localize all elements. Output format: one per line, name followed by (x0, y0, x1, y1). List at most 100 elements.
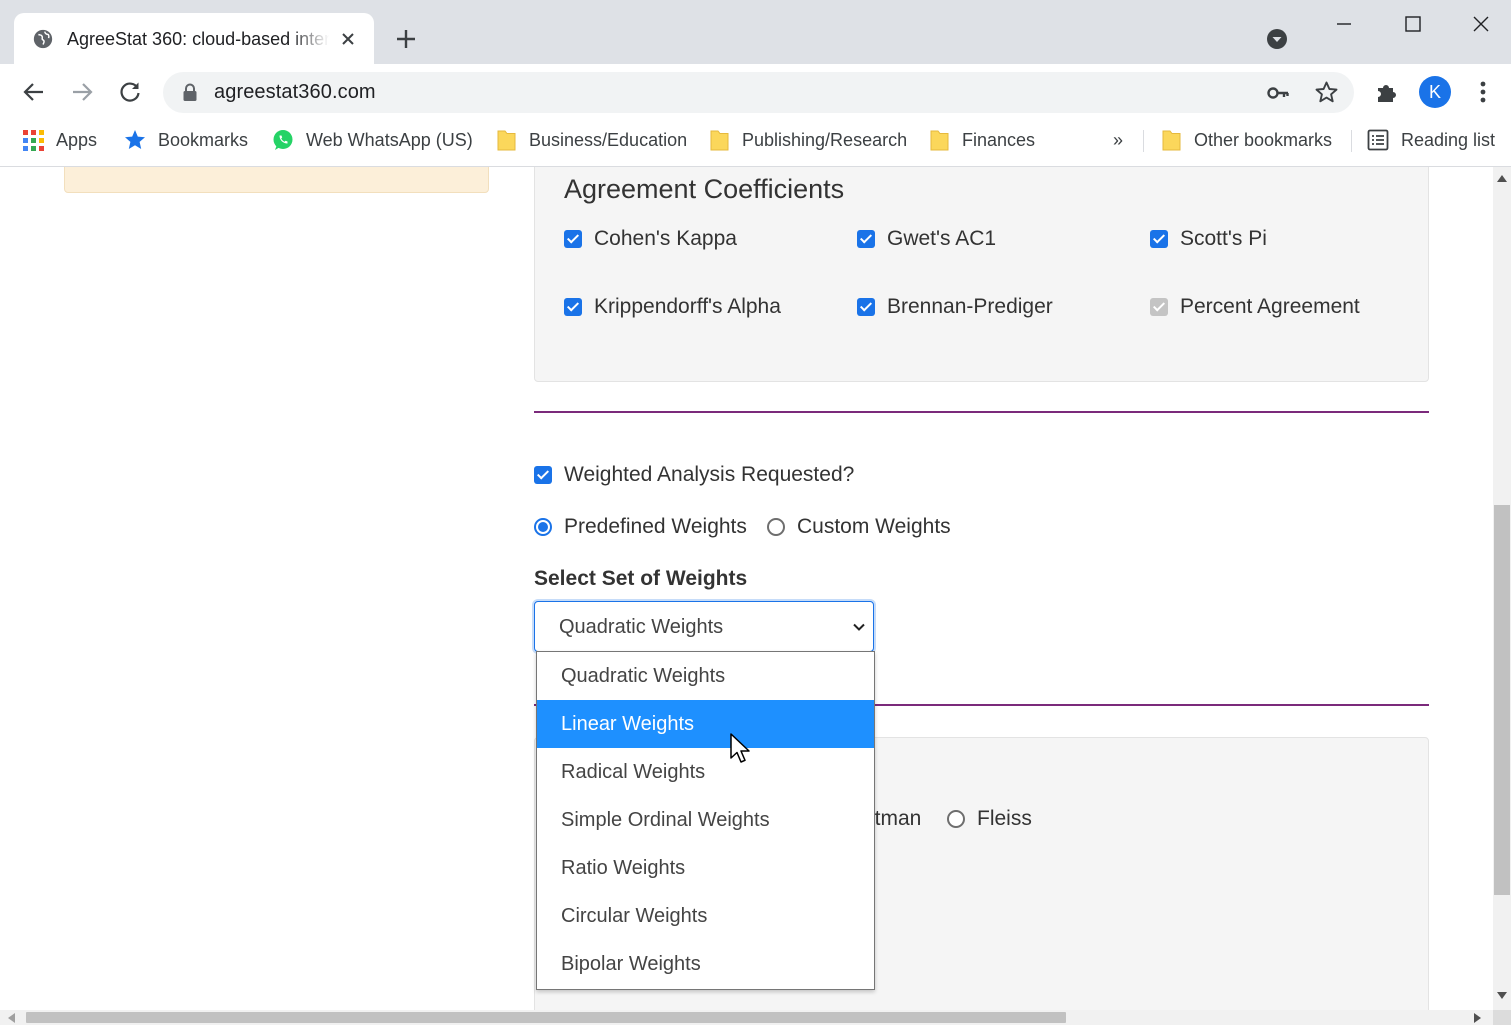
horizontal-scrollbar[interactable] (0, 1010, 1493, 1025)
checkbox[interactable] (564, 230, 582, 248)
dropdown-option-linear[interactable]: Linear Weights (537, 700, 874, 748)
browser-tab[interactable]: AgreeStat 360: cloud-based inter-rater r… (14, 13, 374, 64)
folder-icon (930, 130, 949, 151)
dropdown-option-radical[interactable]: Radical Weights (537, 748, 874, 796)
section-divider (534, 411, 1429, 413)
checkbox[interactable] (1150, 230, 1168, 248)
tab-search-icon[interactable] (1266, 28, 1288, 50)
checkbox-label: Gwet's AC1 (887, 227, 997, 250)
window-close-icon[interactable] (1465, 8, 1497, 40)
checkbox[interactable] (534, 466, 552, 484)
bookmark-bookmarks[interactable]: Bookmarks (124, 120, 248, 160)
browser-toolbar: agreestat360.com K (0, 64, 1511, 120)
bookmark-label: Web WhatsApp (US) (306, 129, 473, 150)
checkbox-percent-agreement: Percent Agreement (1150, 295, 1360, 319)
bookmark-label: Reading list (1401, 129, 1496, 150)
checkbox-label: Krippendorff's Alpha (594, 295, 781, 318)
agreement-coefficients-panel: Agreement Coefficients Cohen's Kappa Gwe… (534, 167, 1429, 382)
address-bar[interactable]: agreestat360.com (163, 72, 1354, 113)
select-value: Quadratic Weights (559, 616, 724, 638)
profile-avatar[interactable]: K (1419, 76, 1451, 108)
reading-list-button[interactable]: Reading list (1367, 120, 1495, 160)
radio-button[interactable] (534, 518, 552, 536)
vertical-scrollbar-thumb[interactable] (1494, 505, 1510, 895)
radio-label: Fleiss (977, 807, 1032, 830)
weights-select[interactable]: Quadratic Weights (534, 601, 874, 652)
key-icon[interactable] (1266, 81, 1290, 105)
bookmark-folder-finances[interactable]: Finances (929, 120, 1035, 160)
bookmark-folder-business[interactable]: Business/Education (496, 120, 687, 160)
checkbox-disabled (1150, 298, 1168, 316)
mouse-cursor-icon (730, 733, 750, 763)
scroll-right-arrow-icon[interactable] (1474, 1013, 1481, 1023)
checkbox-krippendorffs-alpha[interactable]: Krippendorff's Alpha (564, 295, 781, 319)
folder-icon (497, 130, 516, 151)
folder-icon (710, 130, 729, 151)
back-arrow-icon[interactable] (21, 79, 47, 105)
bookmarks-overflow-button[interactable]: » (1113, 130, 1123, 151)
tab-title: AgreeStat 360: cloud-based inter-rater r… (67, 29, 329, 49)
bookmark-apps[interactable]: Apps (23, 120, 97, 160)
checkbox[interactable] (857, 230, 875, 248)
bookmark-label: Bookmarks (158, 129, 249, 150)
radio-predefined-weights[interactable]: Predefined Weights (534, 515, 747, 539)
radio-button[interactable] (767, 518, 785, 536)
minimize-icon[interactable] (1328, 8, 1360, 40)
url-text[interactable]: agreestat360.com (214, 81, 376, 104)
radio-custom-weights[interactable]: Custom Weights (767, 515, 951, 539)
extensions-puzzle-icon[interactable] (1374, 79, 1400, 105)
bookmark-whatsapp[interactable]: Web WhatsApp (US) (272, 120, 473, 160)
folder-icon (1162, 130, 1181, 151)
checkbox-brennan-prediger[interactable]: Brennan-Prediger (857, 295, 1053, 319)
checkbox-label: Brennan-Prediger (887, 295, 1053, 318)
scroll-down-arrow-icon[interactable] (1497, 992, 1507, 999)
checkbox-scotts-pi[interactable]: Scott's Pi (1150, 227, 1267, 251)
checkbox-cohens-kappa[interactable]: Cohen's Kappa (564, 227, 737, 251)
scroll-left-arrow-icon[interactable] (8, 1013, 15, 1023)
maximize-icon[interactable] (1397, 8, 1429, 40)
bookmarks-separator (1143, 130, 1144, 152)
checkbox-label: Weighted Analysis Requested? (564, 463, 855, 486)
lock-icon[interactable] (182, 83, 198, 102)
plus-icon[interactable] (393, 26, 419, 52)
radio-button[interactable] (947, 810, 965, 828)
checkbox[interactable] (857, 298, 875, 316)
checkbox-label: Scott's Pi (1180, 227, 1267, 250)
whatsapp-icon (273, 130, 293, 150)
bookmark-other[interactable]: Other bookmarks (1161, 120, 1332, 160)
checkbox-label: Cohen's Kappa (594, 227, 737, 250)
bookmark-star-icon[interactable] (1314, 80, 1339, 105)
bookmark-label: Finances (962, 129, 1036, 150)
bookmark-label: Publishing/Research (742, 129, 908, 150)
forward-arrow-icon[interactable] (69, 79, 95, 105)
reading-list-icon (1367, 129, 1389, 151)
bookmarks-separator (1351, 130, 1352, 152)
weights-dropdown-list: Quadratic Weights Linear Weights Radical… (536, 651, 875, 990)
dropdown-option-bipolar[interactable]: Bipolar Weights (537, 940, 874, 988)
radio-label: Predefined Weights (564, 515, 747, 538)
bookmark-folder-publishing[interactable]: Publishing/Research (709, 120, 907, 160)
dropdown-option-ratio[interactable]: Ratio Weights (537, 844, 874, 892)
checkbox-gwets-ac1[interactable]: Gwet's AC1 (857, 227, 996, 251)
dropdown-option-circular[interactable]: Circular Weights (537, 892, 874, 940)
reload-icon[interactable] (117, 79, 143, 105)
horizontal-scrollbar-thumb[interactable] (26, 1012, 1066, 1023)
chevron-down-icon (853, 623, 865, 631)
dropdown-option-quadratic[interactable]: Quadratic Weights (537, 652, 874, 700)
close-icon[interactable] (338, 29, 358, 49)
tab-strip: AgreeStat 360: cloud-based inter-rater r… (0, 0, 1511, 64)
vertical-scrollbar[interactable] (1493, 167, 1511, 1010)
radio-label: Custom Weights (797, 515, 951, 538)
apps-grid-icon (23, 129, 44, 151)
radio-fleiss[interactable]: Fleiss (947, 807, 1032, 831)
page-viewport: Agreement Coefficients Cohen's Kappa Gwe… (0, 167, 1493, 1010)
kebab-menu-icon[interactable] (1472, 79, 1494, 105)
checkbox-weighted-analysis[interactable]: Weighted Analysis Requested? (534, 463, 854, 487)
globe-icon (33, 29, 53, 49)
scrollbar-corner (1493, 1010, 1511, 1025)
dropdown-option-simple-ordinal[interactable]: Simple Ordinal Weights (537, 796, 874, 844)
bookmark-label: Other bookmarks (1194, 129, 1333, 150)
scroll-up-arrow-icon[interactable] (1497, 175, 1507, 182)
bookmarks-bar: Apps Bookmarks Web WhatsApp (US) Busines… (0, 120, 1511, 167)
checkbox[interactable] (564, 298, 582, 316)
